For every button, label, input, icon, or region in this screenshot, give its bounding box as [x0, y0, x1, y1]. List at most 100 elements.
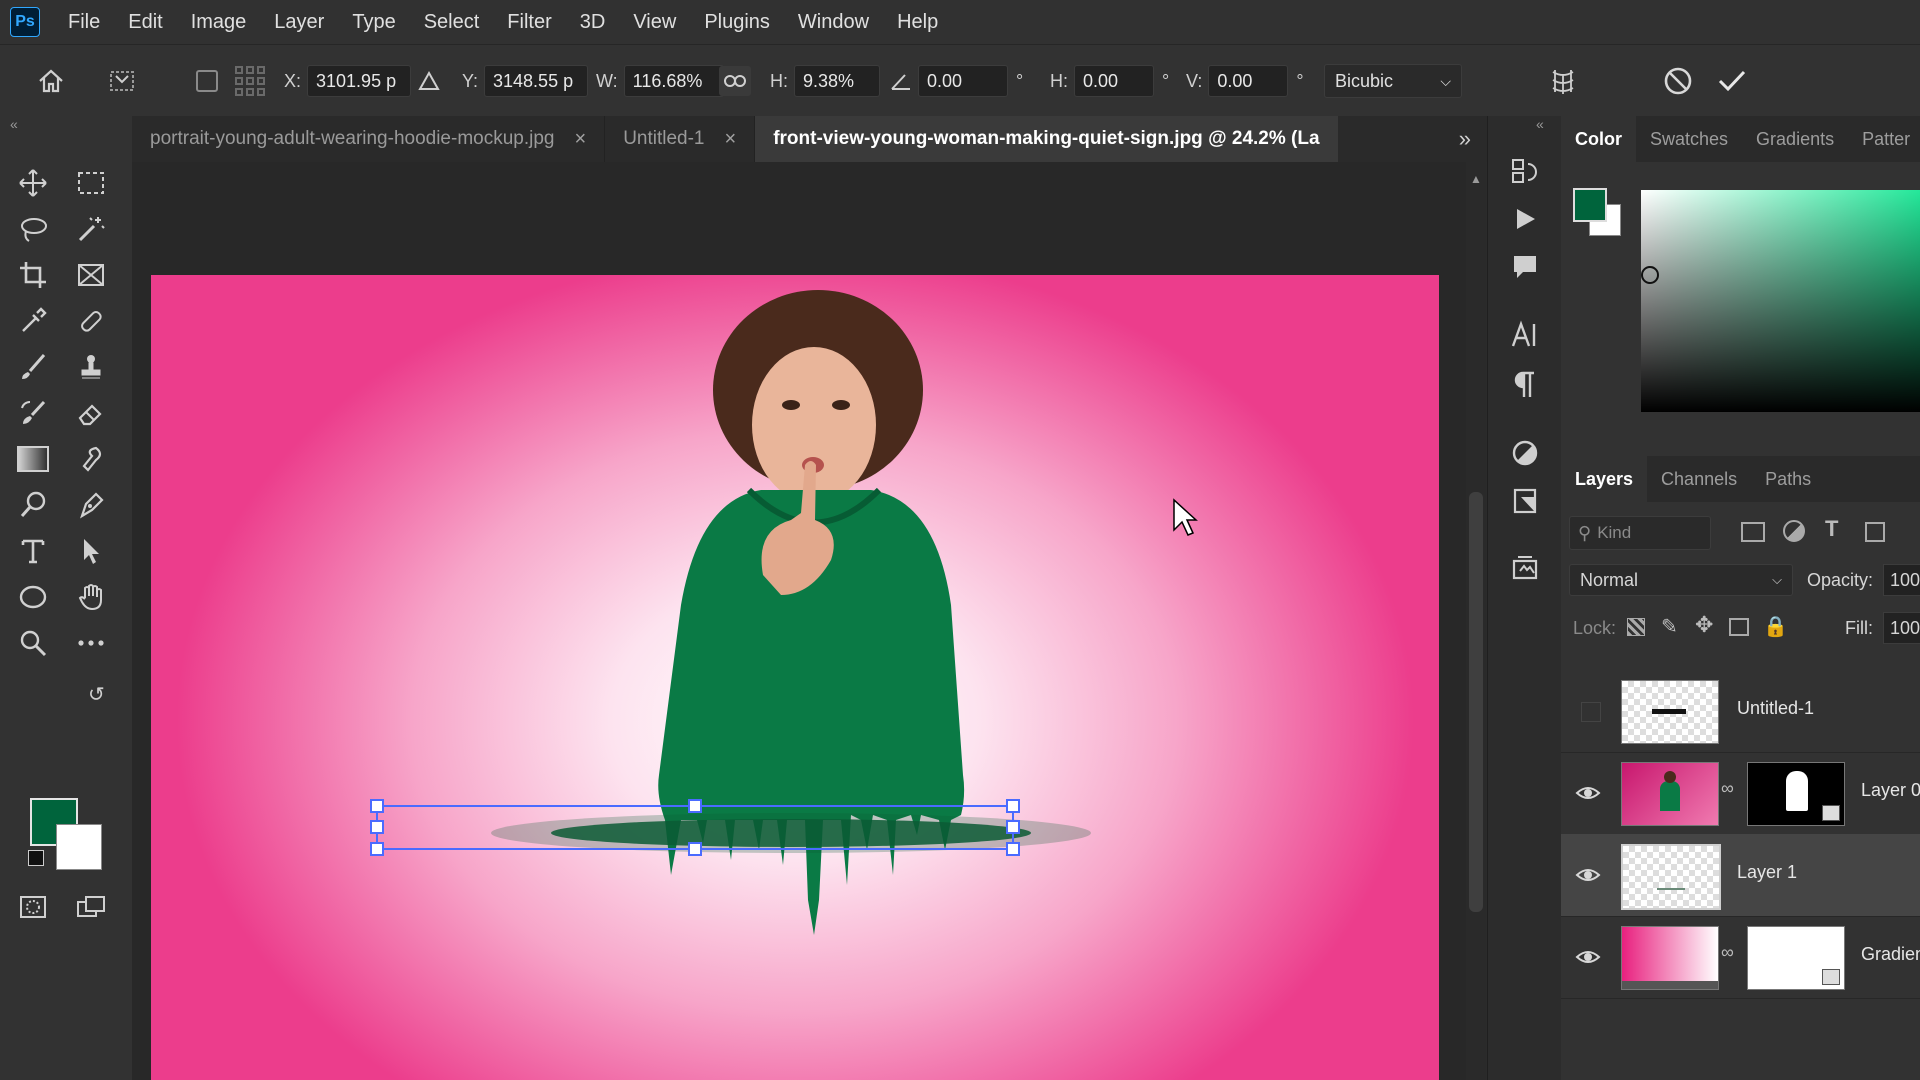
filter-type-icon[interactable]: T [1825, 516, 1838, 542]
menu-view[interactable]: View [619, 11, 690, 34]
dodge-tool-icon[interactable] [14, 486, 52, 524]
tabs-overflow-icon[interactable]: » [1459, 126, 1471, 152]
menu-plugins[interactable]: Plugins [690, 11, 784, 34]
menu-3d[interactable]: 3D [566, 11, 620, 34]
menu-image[interactable]: Image [177, 11, 261, 34]
angle-input[interactable]: 0.00 [918, 65, 1008, 97]
ellipse-tool-icon[interactable] [14, 578, 52, 616]
lock-pixels-icon[interactable]: ✎ [1661, 614, 1678, 639]
background-color-swatch[interactable] [56, 824, 102, 870]
eyedropper-tool-icon[interactable] [14, 302, 52, 340]
layer-name[interactable]: Layer 0 [1861, 780, 1920, 801]
menu-help[interactable]: Help [883, 11, 952, 34]
cancel-transform-icon[interactable] [1660, 63, 1696, 99]
filter-adjustment-icon[interactable] [1783, 520, 1805, 542]
layer-mask-thumbnail[interactable] [1747, 762, 1845, 826]
brush-tool-icon[interactable] [14, 348, 52, 386]
transform-tool-icon[interactable] [104, 63, 140, 99]
color-picker-handle[interactable] [1641, 266, 1659, 284]
crop-tool-icon[interactable] [14, 256, 52, 294]
healing-brush-tool-icon[interactable] [72, 302, 110, 340]
tab-color[interactable]: Color [1561, 116, 1636, 162]
eraser-tool-icon[interactable] [72, 394, 110, 432]
close-icon[interactable]: × [575, 128, 587, 151]
zoom-tool-icon[interactable] [14, 624, 52, 662]
home-icon[interactable] [32, 63, 70, 99]
menu-type[interactable]: Type [338, 11, 409, 34]
y-input[interactable]: 3148.55 p [484, 65, 589, 97]
tab-layers[interactable]: Layers [1561, 456, 1648, 502]
layer-name[interactable]: Layer 1 [1737, 862, 1797, 883]
relative-position-delta-icon[interactable] [414, 63, 444, 99]
fill-input[interactable]: 100 [1883, 612, 1920, 644]
menu-filter[interactable]: Filter [493, 11, 565, 34]
chain-link-icon[interactable]: ∞ [1721, 942, 1734, 963]
w-input[interactable]: 116.68% [623, 65, 724, 97]
menu-file[interactable]: File [54, 11, 114, 34]
document-canvas[interactable] [151, 275, 1439, 1080]
opacity-input[interactable]: 100 [1883, 564, 1920, 596]
vskew-input[interactable]: 0.00 [1208, 65, 1289, 97]
tab-gradients[interactable]: Gradients [1742, 116, 1848, 162]
h-input[interactable]: 9.38% [794, 65, 880, 97]
tab-channels[interactable]: Channels [1647, 456, 1751, 502]
filter-shape-icon[interactable] [1865, 522, 1885, 542]
libraries-icon[interactable] [1506, 548, 1544, 586]
reference-point-checkbox[interactable] [196, 63, 218, 99]
tab-portrait-hoodie[interactable]: portrait-young-adult-wearing-hoodie-mock… [132, 116, 606, 162]
scrollbar-thumb[interactable] [1469, 492, 1483, 912]
layer-mask-thumbnail[interactable] [1747, 926, 1845, 990]
gradient-tool-icon[interactable] [14, 440, 52, 478]
eye-icon[interactable] [1575, 944, 1601, 970]
menu-select[interactable]: Select [410, 11, 494, 34]
layer-row-layer-0[interactable]: ∞ Layer 0 [1561, 752, 1920, 835]
path-selection-tool-icon[interactable] [72, 532, 110, 570]
layer-name[interactable]: Gradien [1861, 944, 1920, 965]
screen-mode-icon[interactable] [72, 888, 110, 926]
move-tool-icon[interactable] [14, 164, 52, 202]
warp-icon[interactable] [1544, 63, 1582, 99]
interpolation-select[interactable]: Bicubic ⌵ [1324, 64, 1462, 98]
lock-artboard-icon[interactable] [1729, 618, 1749, 636]
more-tools-icon[interactable] [72, 624, 110, 662]
canvas-vertical-scrollbar[interactable]: ▲ [1466, 162, 1486, 1080]
clone-stamp-tool-icon[interactable] [72, 348, 110, 386]
lasso-tool-icon[interactable] [14, 210, 52, 248]
blend-mode-select[interactable]: Normal ⌵ [1569, 564, 1793, 596]
paragraph-panel-icon[interactable] [1506, 366, 1544, 404]
type-tool-icon[interactable] [14, 532, 52, 570]
canvas-area[interactable] [132, 162, 1467, 1080]
collapse-arrows-icon[interactable]: « [10, 116, 18, 132]
history-brush-tool-icon[interactable] [14, 394, 52, 432]
marquee-tool-icon[interactable] [72, 164, 110, 202]
hand-tool-icon[interactable] [72, 578, 110, 616]
smudge-tool-icon[interactable] [72, 440, 110, 478]
adjustments-icon[interactable] [1506, 434, 1544, 472]
lock-position-icon[interactable]: ✥ [1695, 612, 1713, 638]
eye-icon[interactable] [1575, 780, 1601, 806]
close-icon[interactable]: × [725, 128, 737, 151]
layer-row-untitled-1[interactable]: Untitled-1 [1561, 670, 1920, 753]
x-input[interactable]: 3101.95 p [307, 65, 412, 97]
tab-patterns[interactable]: Patter [1848, 116, 1920, 162]
properties-icon[interactable] [1506, 482, 1544, 520]
tab-untitled-1[interactable]: Untitled-1 × [605, 116, 756, 162]
menu-window[interactable]: Window [784, 11, 883, 34]
tab-swatches[interactable]: Swatches [1636, 116, 1742, 162]
reference-point-grid-icon[interactable] [232, 63, 268, 99]
comments-icon[interactable] [1506, 248, 1544, 286]
tab-paths[interactable]: Paths [1751, 456, 1825, 502]
visibility-toggle-off[interactable] [1581, 702, 1601, 722]
menu-layer[interactable]: Layer [260, 11, 338, 34]
layer-name[interactable]: Untitled-1 [1737, 698, 1814, 719]
swap-colors-icon[interactable]: ↺ [88, 682, 105, 707]
collapse-arrows-icon[interactable]: « [1536, 116, 1544, 132]
color-panel-foreground-swatch[interactable] [1573, 188, 1607, 222]
menu-edit[interactable]: Edit [114, 11, 176, 34]
magic-wand-tool-icon[interactable] [72, 210, 110, 248]
default-colors-icon[interactable] [28, 850, 44, 866]
kind-filter-select[interactable]: ⚲ Kind [1569, 516, 1711, 550]
eye-icon[interactable] [1575, 862, 1601, 888]
character-panel-icon[interactable] [1506, 316, 1544, 354]
pen-tool-icon[interactable] [72, 486, 110, 524]
